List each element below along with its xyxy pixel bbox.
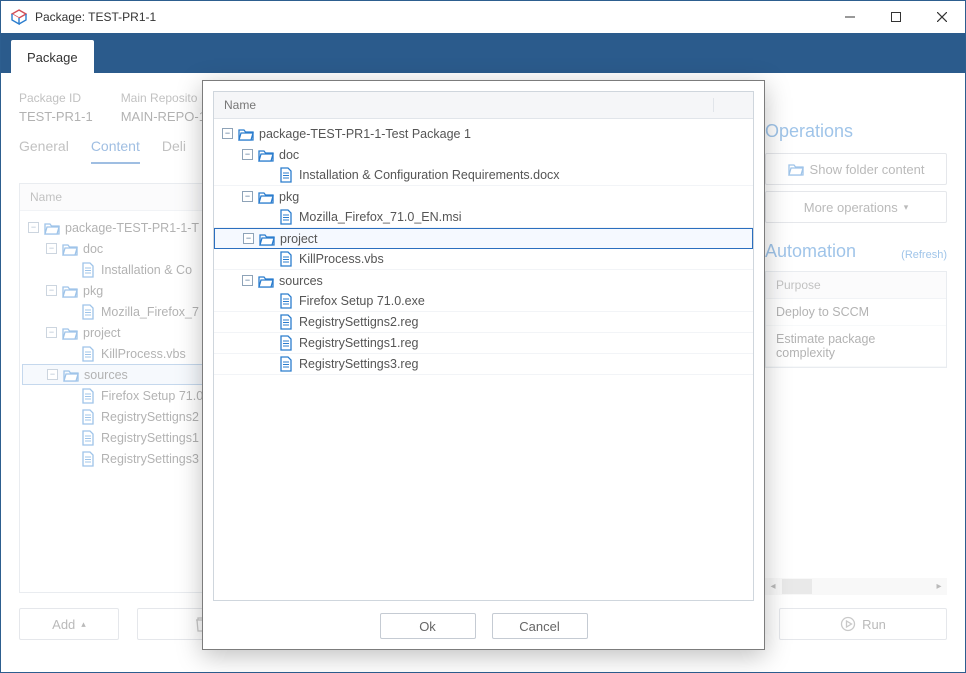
file-icon	[278, 209, 294, 225]
modal-row-root[interactable]: −package-TEST-PR1-1-Test Package 1	[214, 123, 753, 144]
window: Package: TEST-PR1-1 Package Package ID T…	[0, 0, 966, 673]
select-folder-modal: Name −package-TEST-PR1-1-Test Package 1 …	[202, 80, 765, 650]
folder-open-icon	[259, 231, 275, 247]
modal-actions: Ok Cancel	[213, 601, 754, 639]
file-icon	[278, 167, 294, 183]
modal-tree-body: −package-TEST-PR1-1-Test Package 1 −doc …	[214, 119, 753, 600]
collapse-icon[interactable]: −	[242, 275, 253, 286]
window-title: Package: TEST-PR1-1	[35, 10, 156, 24]
close-button[interactable]	[919, 1, 965, 33]
modal-row-sources[interactable]: −sources	[214, 270, 753, 291]
modal-row-project[interactable]: −project	[214, 228, 753, 249]
file-icon	[278, 293, 294, 309]
modal-row-pkg-file[interactable]: Mozilla_Firefox_71.0_EN.msi	[214, 207, 753, 228]
file-icon	[278, 314, 294, 330]
collapse-icon[interactable]: −	[243, 233, 254, 244]
folder-open-icon	[258, 273, 274, 289]
modal-tree-header: Name	[214, 92, 753, 119]
maximize-button[interactable]	[873, 1, 919, 33]
ok-button[interactable]: Ok	[380, 613, 476, 639]
ribbon-tab-package[interactable]: Package	[11, 40, 94, 73]
collapse-icon[interactable]: −	[222, 128, 233, 139]
modal-row-s3[interactable]: RegistrySettings1.reg	[214, 333, 753, 354]
folder-open-icon	[258, 189, 274, 205]
collapse-icon[interactable]: −	[242, 191, 253, 202]
file-icon	[278, 251, 294, 267]
modal-row-project-file[interactable]: KillProcess.vbs	[214, 249, 753, 270]
modal-row-s4[interactable]: RegistrySettings3.reg	[214, 354, 753, 375]
modal-row-doc-file[interactable]: Installation & Configuration Requirement…	[214, 165, 753, 186]
modal-row-s1[interactable]: Firefox Setup 71.0.exe	[214, 291, 753, 312]
content: Package ID TEST-PR1-1 Main Reposito MAIN…	[1, 73, 965, 672]
folder-open-icon	[238, 126, 254, 142]
modal-tree-panel: Name −package-TEST-PR1-1-Test Package 1 …	[213, 91, 754, 601]
collapse-icon[interactable]: −	[242, 149, 253, 160]
cancel-button[interactable]: Cancel	[492, 613, 588, 639]
minimize-button[interactable]	[827, 1, 873, 33]
file-icon	[278, 335, 294, 351]
modal-row-doc[interactable]: −doc	[214, 144, 753, 165]
file-icon	[278, 356, 294, 372]
modal-row-pkg[interactable]: −pkg	[214, 186, 753, 207]
app-icon	[11, 9, 27, 25]
folder-open-icon	[258, 147, 274, 163]
ribbon-bar: Package	[1, 33, 965, 73]
modal-row-s2[interactable]: RegistrySettigns2.reg	[214, 312, 753, 333]
titlebar: Package: TEST-PR1-1	[1, 1, 965, 33]
